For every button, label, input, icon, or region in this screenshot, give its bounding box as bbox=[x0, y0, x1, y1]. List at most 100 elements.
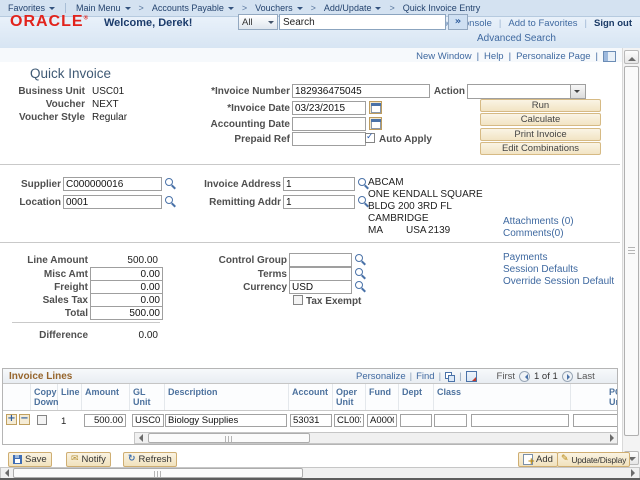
help-link[interactable]: Help bbox=[484, 51, 504, 62]
column-header-dept[interactable]: Dept bbox=[399, 384, 434, 410]
advanced-search-link[interactable]: Advanced Search bbox=[477, 33, 556, 44]
row-description-input[interactable] bbox=[165, 414, 287, 427]
personalize-page-link[interactable]: Personalize Page bbox=[516, 51, 590, 62]
row-add-button[interactable]: + bbox=[6, 414, 17, 425]
search-go-button[interactable]: » bbox=[448, 14, 468, 30]
grid-scrollbar-thumb[interactable] bbox=[148, 433, 310, 443]
breadcrumb-item-accounts-payable[interactable]: Accounts Payable bbox=[152, 3, 234, 13]
breadcrumb-item-add-update[interactable]: Add/Update bbox=[324, 3, 382, 13]
payments-link[interactable]: Payments bbox=[503, 252, 547, 263]
misc-amt-input[interactable] bbox=[90, 267, 163, 281]
dropdown-caret-icon[interactable] bbox=[570, 85, 585, 98]
supplier-lookup-icon[interactable] bbox=[165, 178, 176, 189]
location-lookup-icon[interactable] bbox=[165, 196, 176, 207]
print-invoice-button[interactable]: Print Invoice bbox=[480, 128, 601, 141]
terms-input[interactable] bbox=[289, 267, 352, 281]
find-link[interactable]: Find bbox=[416, 371, 434, 382]
tax-exempt-checkbox[interactable] bbox=[293, 295, 303, 305]
save-button[interactable]: Save bbox=[8, 452, 52, 467]
invoice-date-input[interactable] bbox=[292, 101, 366, 115]
sign-out-link[interactable]: Sign out bbox=[594, 18, 632, 29]
control-group-lookup-icon[interactable] bbox=[355, 254, 366, 265]
breadcrumb-item-favorites[interactable]: Favorites bbox=[8, 3, 55, 13]
search-input[interactable] bbox=[279, 14, 446, 30]
attachments-link[interactable]: Attachments (0) bbox=[503, 216, 574, 227]
pager-next-button[interactable] bbox=[562, 371, 573, 382]
sales-tax-input[interactable] bbox=[90, 293, 163, 307]
row-gl-unit-input[interactable] bbox=[132, 414, 164, 427]
pager-first-label[interactable]: First bbox=[497, 371, 515, 382]
breadcrumb-item-vouchers[interactable]: Vouchers bbox=[255, 3, 303, 13]
column-header-account[interactable]: Account bbox=[289, 384, 333, 410]
session-defaults-link[interactable]: Session Defaults bbox=[503, 264, 578, 275]
row-class-input[interactable] bbox=[434, 414, 467, 427]
personalize-link[interactable]: Personalize bbox=[356, 371, 406, 382]
pager-last-label[interactable]: Last bbox=[577, 371, 595, 382]
column-header-line[interactable]: Line bbox=[58, 384, 82, 410]
row-extra-input[interactable] bbox=[471, 414, 569, 427]
row-fund-input[interactable] bbox=[367, 414, 397, 427]
vertical-scrollbar[interactable] bbox=[622, 48, 640, 467]
terms-lookup-icon[interactable] bbox=[355, 268, 366, 279]
add-to-favorites-link[interactable]: Add to Favorites bbox=[508, 18, 577, 29]
download-grid-icon[interactable] bbox=[466, 371, 477, 382]
override-session-default-link[interactable]: Override Session Default bbox=[503, 276, 614, 287]
column-header-class[interactable]: Class bbox=[434, 384, 571, 410]
supplier-address-line: ABCAM bbox=[368, 177, 404, 188]
new-window-link[interactable]: New Window bbox=[416, 51, 471, 62]
auto-apply-checkbox[interactable] bbox=[365, 133, 375, 143]
breadcrumb-item-main-menu[interactable]: Main Menu bbox=[76, 3, 131, 13]
pager-previous-button[interactable] bbox=[519, 371, 530, 382]
edit-combinations-button[interactable]: Edit Combinations bbox=[480, 142, 601, 155]
prepaid-ref-input[interactable] bbox=[292, 132, 366, 146]
scroll-right-button[interactable] bbox=[606, 433, 618, 443]
search-scope-select[interactable]: All bbox=[238, 14, 278, 30]
accounting-date-input[interactable] bbox=[292, 117, 366, 131]
column-header-gl-unit[interactable]: GL Unit bbox=[130, 384, 165, 410]
column-header-pc-unit[interactable]: PC Unit bbox=[571, 384, 618, 410]
remitting-addr-input[interactable] bbox=[283, 195, 355, 209]
grid-horizontal-scrollbar[interactable] bbox=[134, 432, 618, 444]
column-header-copy-down[interactable]: Copy Down bbox=[31, 384, 58, 410]
action-select[interactable] bbox=[467, 84, 586, 99]
scroll-left-button[interactable] bbox=[135, 433, 147, 443]
calculate-button[interactable]: Calculate bbox=[480, 113, 601, 126]
view-all-icon[interactable] bbox=[445, 372, 455, 382]
row-delete-button[interactable]: − bbox=[19, 414, 30, 425]
supplier-input[interactable] bbox=[63, 177, 162, 191]
update-display-button[interactable]: ✎Update/Display bbox=[557, 452, 630, 467]
column-header-fund[interactable]: Fund bbox=[366, 384, 399, 410]
scroll-up-button[interactable] bbox=[624, 50, 639, 64]
notify-button[interactable]: ✉Notify bbox=[66, 452, 111, 467]
add-button[interactable]: +Add bbox=[518, 452, 558, 467]
vertical-scrollbar-thumb[interactable] bbox=[624, 66, 639, 436]
row-amount-input[interactable] bbox=[84, 414, 126, 427]
freight-input[interactable] bbox=[90, 280, 163, 294]
row-dept-input[interactable] bbox=[400, 414, 432, 427]
remitting-addr-label: Remitting Addr bbox=[180, 197, 281, 208]
total-input[interactable] bbox=[90, 306, 163, 320]
location-input[interactable] bbox=[63, 195, 162, 209]
scroll-left-button[interactable] bbox=[1, 468, 13, 478]
calendar-icon[interactable] bbox=[369, 101, 382, 114]
refresh-button[interactable]: ↻Refresh bbox=[123, 452, 177, 467]
control-group-input[interactable] bbox=[289, 253, 352, 267]
personalize-page-icon[interactable] bbox=[603, 51, 616, 62]
column-header-oper-unit[interactable]: Oper Unit bbox=[333, 384, 366, 410]
invoice-address-input[interactable] bbox=[283, 177, 355, 191]
currency-lookup-icon[interactable] bbox=[355, 281, 366, 292]
run-button[interactable]: Run bbox=[480, 99, 601, 112]
row-account-input[interactable] bbox=[290, 414, 332, 427]
calendar-icon[interactable] bbox=[369, 117, 382, 130]
page-scrollbar-thumb[interactable] bbox=[13, 468, 303, 478]
row-oper-unit-input[interactable] bbox=[334, 414, 364, 427]
page-toolbar-links: New Window Help Personalize Page bbox=[416, 51, 616, 62]
column-header-description[interactable]: Description bbox=[165, 384, 289, 410]
column-header-amount[interactable]: Amount bbox=[82, 384, 130, 410]
comments-link[interactable]: Comments(0) bbox=[503, 228, 564, 239]
copy-down-checkbox[interactable] bbox=[37, 415, 47, 425]
row-pc-unit-input[interactable] bbox=[573, 414, 618, 427]
currency-input[interactable] bbox=[289, 280, 352, 294]
scroll-right-button[interactable] bbox=[627, 468, 639, 478]
arrow-right-icon bbox=[631, 469, 639, 477]
